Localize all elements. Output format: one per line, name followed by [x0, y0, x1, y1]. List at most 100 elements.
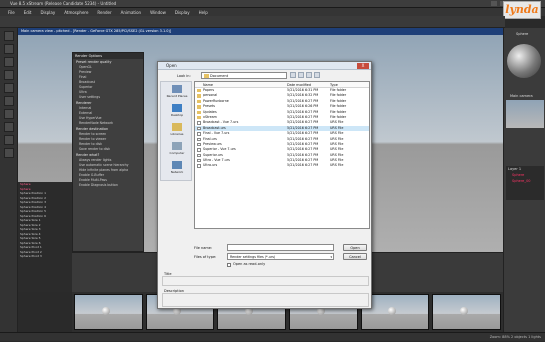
menu-item[interactable]: Animation [121, 10, 141, 15]
select-tool-icon[interactable] [4, 31, 14, 41]
folder-icon [197, 94, 201, 98]
render-option-item[interactable]: Enable Diagnosis button [73, 183, 143, 188]
readonly-label: Open as read-only [233, 262, 266, 266]
material-label: Sphere [516, 32, 529, 36]
file-type: URS File [330, 163, 344, 168]
place-network[interactable]: Network [163, 161, 191, 174]
menu-item[interactable]: Render [97, 10, 111, 15]
file-icon [197, 121, 201, 125]
scale-tool-icon[interactable] [4, 70, 14, 80]
window-title: Vue 8.5 xStream (Release Candidate 5234)… [10, 1, 117, 6]
folder-icon [197, 110, 201, 114]
scene-object-list: Sphere Sphere Sphere Position 1 Sphere Posi… [18, 182, 72, 292]
file-type-value: Render settings files (*.urs) [230, 255, 276, 259]
folder-icon [197, 99, 201, 104]
file-icon [197, 159, 201, 163]
place-label: Network [170, 170, 184, 174]
light-tool-icon[interactable] [4, 135, 14, 145]
move-tool-icon[interactable] [4, 44, 14, 54]
up-folder-icon[interactable] [298, 72, 304, 78]
recent-places-icon [172, 85, 182, 93]
new-folder-icon[interactable] [306, 72, 312, 78]
main-toolbar [0, 16, 505, 28]
folder-icon [197, 105, 201, 109]
thumbnail[interactable] [74, 294, 143, 330]
dialog-nav-buttons [290, 72, 320, 78]
file-icon [197, 164, 201, 168]
chevron-down-icon: ▾ [330, 255, 332, 259]
view-menu-icon[interactable] [314, 72, 320, 78]
menu-item[interactable]: File [8, 10, 15, 15]
readonly-checkbox[interactable] [227, 263, 231, 267]
lynda-logo: lynda [503, 1, 541, 19]
folder-icon [204, 74, 209, 78]
window-titlebar: Vue 8.5 xStream (Release Candidate 5234)… [0, 0, 545, 8]
file-icon [197, 137, 201, 141]
place-recent[interactable]: Recent Places [163, 85, 191, 98]
file-type-label: Files of type: [194, 255, 217, 259]
place-libraries[interactable]: Libraries [163, 123, 191, 136]
folder-icon [197, 89, 201, 93]
file-icon [197, 148, 201, 152]
camera-label: Main camera [510, 94, 533, 98]
folder-icon [197, 115, 201, 120]
place-label: Recent Places [166, 94, 188, 98]
file-name-input[interactable] [227, 244, 334, 251]
place-computer[interactable]: Computer [163, 142, 191, 155]
menu-item[interactable]: Atmosphere [64, 10, 88, 15]
place-desktop[interactable]: Desktop [163, 104, 191, 117]
menu-item[interactable]: Help [199, 10, 208, 15]
description-box [162, 293, 369, 307]
menu-item[interactable]: Display [175, 10, 190, 15]
network-icon [172, 161, 182, 169]
back-icon[interactable] [290, 72, 296, 78]
cube-tool-icon[interactable] [4, 122, 14, 132]
open-dialog: Open X Look in: Document Recent Places D… [157, 61, 372, 309]
camera-preview[interactable] [506, 100, 544, 128]
minimize-button[interactable] [491, 1, 497, 6]
cancel-button[interactable]: Cancel [343, 253, 367, 260]
title-box [162, 276, 369, 286]
file-row[interactable]: Ultra.urs 5/21/2016 6:27 PM URS File [195, 163, 369, 168]
file-date: 5/21/2016 6:27 PM [287, 163, 319, 168]
places-bar: Recent Places Desktop Libraries Computer… [160, 81, 192, 181]
open-button[interactable]: Open [343, 244, 367, 251]
terrain-tool-icon[interactable] [4, 83, 14, 93]
file-icon [197, 126, 201, 131]
layer-item[interactable]: Sphere_00 [506, 178, 544, 184]
file-icon [197, 153, 201, 158]
file-icon [197, 132, 201, 136]
sphere-tool-icon[interactable] [4, 109, 14, 119]
libraries-icon [172, 123, 182, 131]
status-bar: Zoom: 88% 2 objects 1 lights [0, 332, 545, 341]
file-name: Ultra.urs [203, 163, 218, 168]
left-toolbar [0, 28, 18, 341]
file-type-dropdown[interactable]: Render settings files (*.urs) ▾ [227, 253, 334, 260]
file-icon [197, 142, 201, 147]
desktop-icon [172, 104, 182, 112]
menu-item[interactable]: Display [40, 10, 55, 15]
place-label: Libraries [170, 132, 184, 136]
place-label: Computer [169, 151, 185, 155]
place-label: Desktop [170, 113, 184, 117]
rotate-tool-icon[interactable] [4, 57, 14, 67]
dialog-title: Open [158, 62, 371, 70]
look-in-label: Look in: [177, 74, 191, 78]
look-in-dropdown[interactable]: Document [201, 72, 287, 79]
plant-tool-icon[interactable] [4, 96, 14, 106]
computer-icon [172, 142, 182, 150]
file-list: Name Date modified Type Papers 5/21/2016 … [194, 81, 370, 229]
scene-list-item[interactable]: Sphere Pivot 3 [18, 254, 72, 259]
menu-item[interactable]: Window [150, 10, 166, 15]
thumbnail[interactable] [432, 294, 502, 330]
layer-list: Layer 1 Sphere Sphere_00 [506, 166, 544, 200]
material-preview-sphere[interactable] [507, 44, 541, 78]
menu-bar: File Edit Display Atmosphere Render Animation… [0, 8, 545, 16]
camera-tool-icon[interactable] [4, 148, 14, 158]
file-name-label: File name: [194, 246, 213, 250]
menu-item[interactable]: Edit [24, 10, 32, 15]
dialog-close-button[interactable]: X [357, 63, 369, 69]
viewport-header: Main camera view - pitched - [Render - G… [18, 28, 503, 35]
render-options-panel: Render Options Preset render quality Open… [72, 52, 144, 252]
look-in-value: Document [210, 74, 229, 78]
